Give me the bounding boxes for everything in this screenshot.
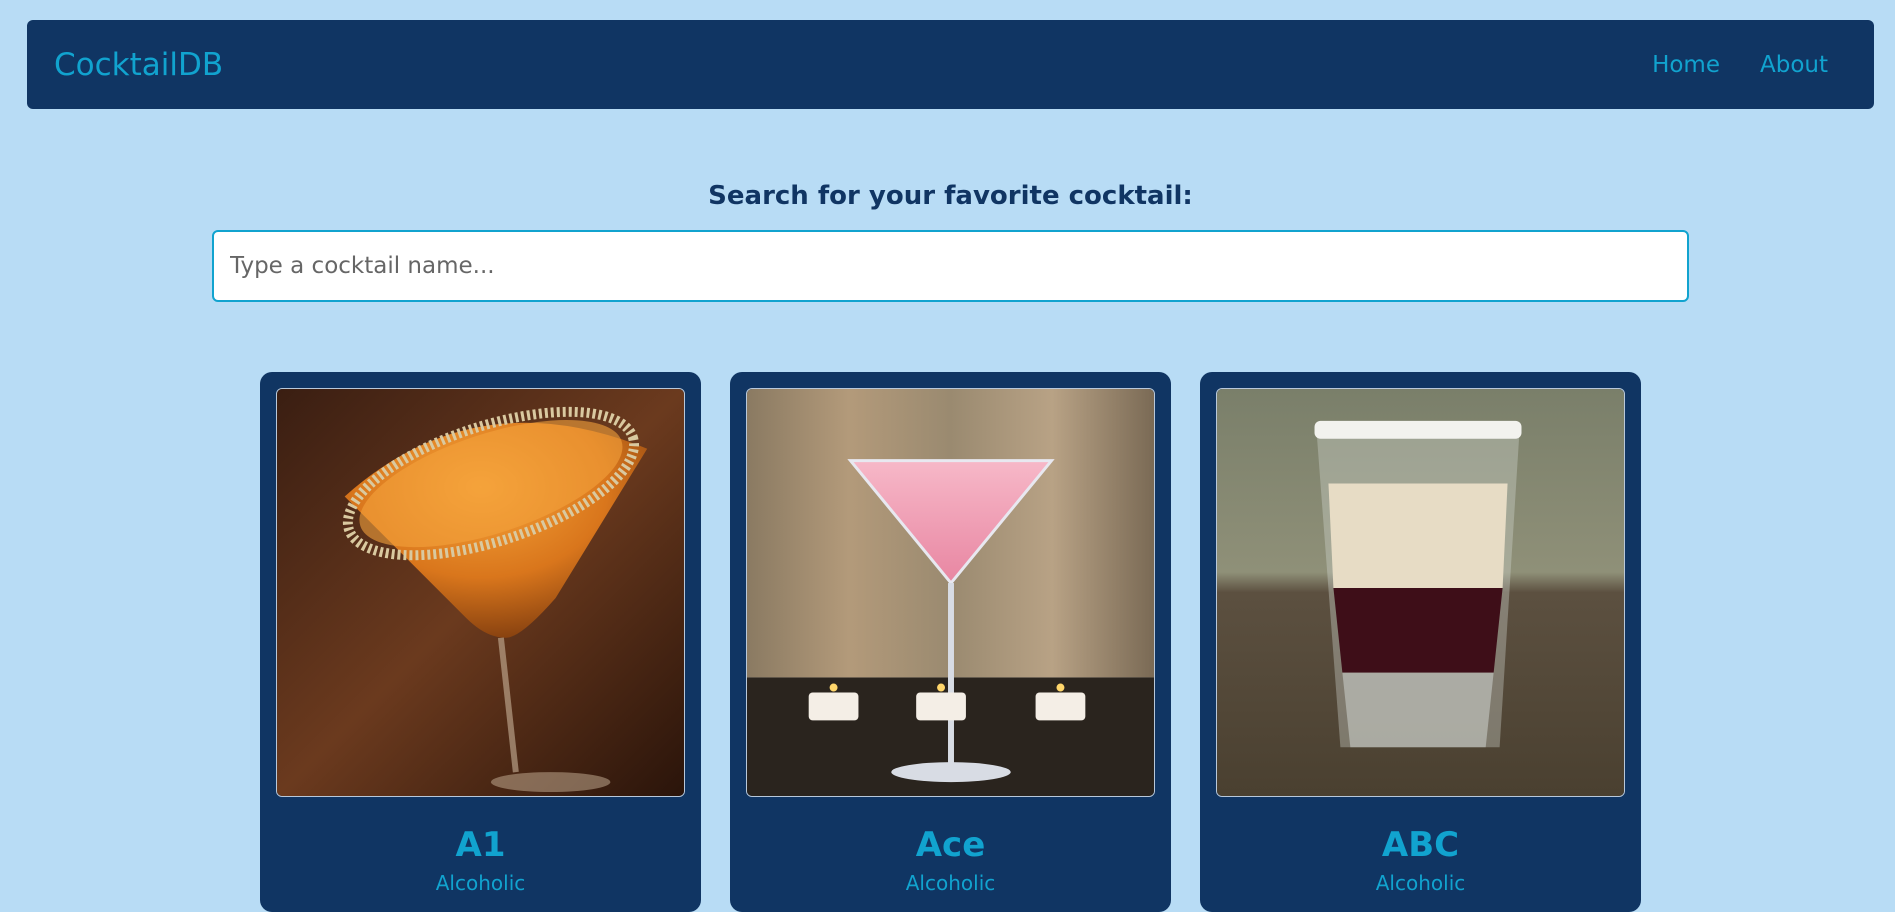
cocktail-type: Alcoholic — [435, 871, 526, 895]
search-section: Search for your favorite cocktail: — [212, 176, 1689, 302]
nav-links: Home About — [1652, 52, 1828, 78]
nav-home-link[interactable]: Home — [1652, 52, 1720, 78]
cocktail-type: Alcoholic — [905, 871, 996, 895]
cocktail-image — [276, 388, 685, 797]
search-title: Search for your favorite cocktail: — [708, 181, 1193, 211]
cocktail-card[interactable]: A1 Alcoholic — [260, 372, 701, 912]
brand-logo-link[interactable]: CocktailDB — [54, 47, 223, 83]
cocktail-card[interactable]: Ace Alcoholic — [730, 372, 1171, 912]
search-input[interactable] — [212, 230, 1689, 302]
navbar: CocktailDB Home About — [27, 20, 1874, 109]
cocktail-type: Alcoholic — [1375, 871, 1466, 895]
cocktail-card[interactable]: ABC Alcoholic — [1200, 372, 1641, 912]
cocktail-image — [1216, 388, 1625, 797]
cocktail-image — [746, 388, 1155, 797]
cocktail-name: A1 — [455, 825, 506, 865]
nav-about-link[interactable]: About — [1760, 52, 1828, 78]
cocktail-name: ABC — [1381, 825, 1460, 865]
cocktail-name: Ace — [915, 825, 986, 865]
cocktail-list: A1 Alcoholic Ace Alcoholic ABC Alcoholic — [260, 372, 1641, 912]
